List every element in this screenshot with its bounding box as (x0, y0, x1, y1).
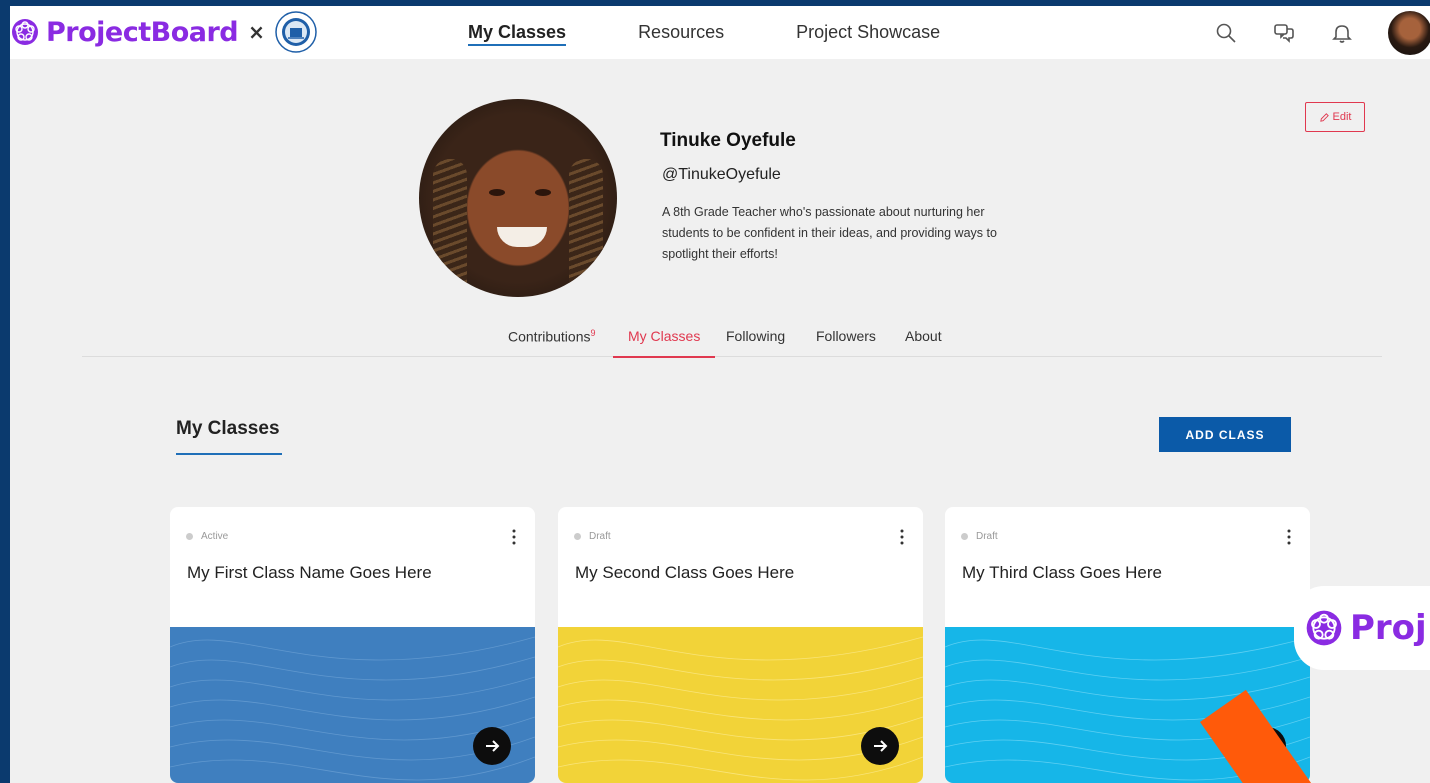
partner-seal-icon (275, 11, 317, 53)
profile-photo (419, 99, 617, 297)
brand-separator: × (248, 20, 265, 44)
class-status-label: Draft (589, 531, 611, 542)
profile-tabs: Contributions9 My Classes Following Foll… (82, 321, 1382, 358)
class-status: Active (186, 531, 228, 542)
class-status: Draft (574, 531, 611, 542)
top-nav: ProjectBoard × My Classes Resources Proj… (10, 6, 1430, 59)
class-title: My First Class Name Goes Here (187, 563, 432, 582)
status-dot-icon (961, 533, 968, 540)
nav-project-showcase[interactable]: Project Showcase (790, 6, 946, 59)
tab-my-classes[interactable]: My Classes (612, 328, 716, 358)
edit-profile-button[interactable]: Edit (1305, 102, 1365, 132)
bell-icon[interactable] (1330, 21, 1354, 45)
class-title: My Third Class Goes Here (962, 563, 1162, 582)
profile-name: Tinuke Oyefule (660, 130, 796, 151)
search-icon[interactable] (1214, 21, 1238, 45)
open-class-button[interactable] (473, 727, 511, 765)
add-class-button[interactable]: ADD CLASS (1159, 417, 1291, 452)
promo-logo-overlay: Proj (1294, 586, 1430, 670)
chat-icon[interactable] (1272, 21, 1296, 45)
app-frame: ProjectBoard × My Classes Resources Proj… (10, 6, 1430, 783)
class-card[interactable]: Draft My Second Class Goes Here (558, 507, 923, 783)
contributions-count: 9 (590, 328, 596, 338)
profile-bio: A 8th Grade Teacher who's passionate abo… (662, 205, 997, 261)
class-status-label: Draft (976, 531, 998, 542)
open-class-button[interactable] (861, 727, 899, 765)
nav-my-classes[interactable]: My Classes (462, 6, 572, 59)
arrow-right-icon (486, 740, 500, 752)
more-options-icon[interactable] (509, 527, 519, 547)
section-underline (176, 453, 282, 455)
tab-followers[interactable]: Followers (816, 328, 876, 357)
class-status: Draft (961, 531, 998, 542)
section-title: My Classes (176, 418, 280, 439)
status-dot-icon (574, 533, 581, 540)
arrow-right-icon (874, 740, 888, 752)
promo-logo-text: Proj (1350, 608, 1427, 648)
brand[interactable]: ProjectBoard × (10, 11, 317, 53)
more-options-icon[interactable] (897, 527, 907, 547)
more-options-icon[interactable] (1284, 527, 1294, 547)
tab-contributions[interactable]: Contributions9 (508, 328, 596, 357)
projectboard-logo-icon (1306, 610, 1342, 646)
class-card[interactable]: Active My First Class Name Goes Here (170, 507, 535, 783)
status-dot-icon (186, 533, 193, 540)
nav-resources[interactable]: Resources (632, 6, 730, 59)
tab-about[interactable]: About (905, 328, 942, 357)
tab-contributions-label: Contributions (508, 328, 591, 345)
class-title: My Second Class Goes Here (575, 563, 795, 582)
main-nav: My Classes Resources Project Showcase (462, 6, 946, 59)
nav-icons (1214, 6, 1430, 59)
brand-name: ProjectBoard (46, 16, 239, 48)
user-avatar[interactable] (1388, 10, 1430, 55)
tab-following[interactable]: Following (726, 328, 785, 357)
edit-label: Edit (1332, 111, 1352, 123)
profile-handle: @TinukeOyefule (662, 166, 781, 183)
projectboard-logo-icon (12, 19, 38, 45)
class-status-label: Active (201, 531, 229, 542)
pencil-icon (1319, 112, 1329, 122)
